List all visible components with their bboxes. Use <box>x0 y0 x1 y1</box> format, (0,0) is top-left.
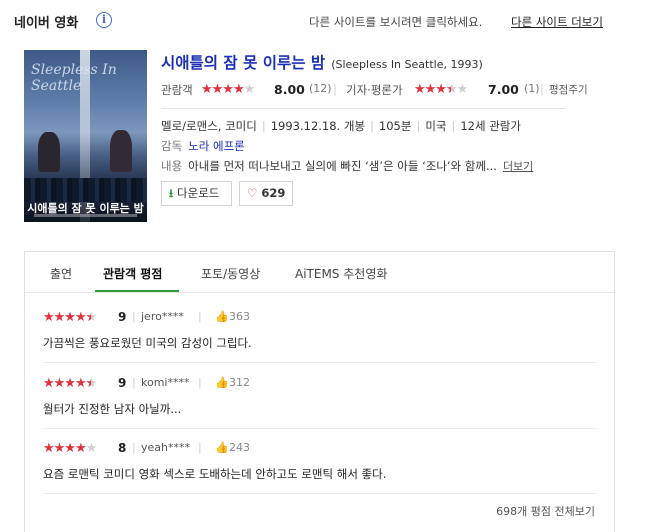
meta-genre: 멜로/로맨스, 코미디 <box>161 119 257 133</box>
audience-count: (12) <box>309 82 332 95</box>
review-score: 9 <box>118 376 127 390</box>
meta-runtime: 105분 <box>378 119 412 133</box>
all-reviews-link[interactable]: 698개 평점 전체보기 <box>496 503 595 519</box>
plot-text: 아내를 먼저 떠나보내고 실의에 빠진 ‘샘’은 아들 ‘조나’와 함께... <box>188 159 497 173</box>
review-text: 월터가 진정한 남자 아닐까... <box>43 402 182 416</box>
info-icon[interactable]: i <box>96 12 112 28</box>
audience-stars: ★★★★★★★★★★ <box>201 82 255 97</box>
poster-credits <box>34 214 137 217</box>
poster-skyline <box>24 178 147 202</box>
audience-score: 8.00 <box>274 82 305 97</box>
poster-figure-woman <box>110 130 132 172</box>
thumbs-up-icon[interactable]: 👍 <box>215 310 229 323</box>
meta-release: 1993.12.18. 개봉 <box>270 119 366 133</box>
movie-meta: 멜로/로맨스, 코미디 | 1993.12.18. 개봉 | 105분 | 미국 | 12세 관… <box>161 119 521 133</box>
notice-text: 다른 사이트를 보시려면 클릭하세요. <box>309 15 483 29</box>
review-stars: ★★★★★★★★★★ <box>43 441 97 456</box>
like-count: 629 <box>261 186 286 200</box>
audience-rating-label: 관람객 <box>161 83 193 97</box>
movie-poster[interactable]: Sleepless In Seattle 시애틀의 잠 못 이루는 밤 <box>24 50 147 222</box>
download-icon: ⭳ <box>169 186 174 200</box>
heart-icon: ♡ <box>247 186 258 200</box>
tab-recommendations[interactable]: AiTEMS 추천영화 <box>295 265 387 282</box>
director-row: 감독 노라 에프론 <box>161 138 245 154</box>
review-text: 요즘 로맨틱 코미디 영화 섹스로 도배하는데 안하고도 로맨틱 해서 좋다. <box>43 467 387 481</box>
review-divider <box>43 428 597 429</box>
info-divider <box>161 108 566 109</box>
movie-title-text[interactable]: 시애틀의 잠 못 이루는 밤 <box>161 54 325 72</box>
top-bar: 네이버 영화 i 다른 사이트를 보시려면 클릭하세요. 다른 사이트 더보기 <box>0 0 648 44</box>
critic-rating-label: 기자·평론가 <box>346 83 403 97</box>
review-text: 가끔씩은 풍요로웠던 미국의 감성이 그립다. <box>43 336 252 350</box>
tab-bar-border <box>25 292 614 293</box>
review-stars: ★★★★★★★★★★ <box>43 376 97 391</box>
review-user[interactable]: komi**** <box>141 376 189 389</box>
review-divider <box>43 362 597 363</box>
critic-stars: ★★★★★★★★★★ <box>414 82 468 97</box>
review-user[interactable]: yeah**** <box>141 441 190 454</box>
tab-photo-video[interactable]: 포토/동영상 <box>201 265 260 282</box>
plot-row: 내용 아내를 먼저 떠나보내고 실의에 빠진 ‘샘’은 아들 ‘조나’와 함께..… <box>161 158 533 174</box>
rating-separator-2: | <box>540 82 544 96</box>
review-user[interactable]: jero**** <box>141 310 184 323</box>
tab-bar: 출연 관람객 평점 포토/동영상 AiTEMS 추천영화 <box>25 252 614 293</box>
meta-age-rating: 12세 관람가 <box>460 119 521 133</box>
poster-figure-man <box>38 132 60 172</box>
review-likes: 312 <box>229 376 250 389</box>
more-sites-link[interactable]: 다른 사이트 더보기 <box>511 14 603 30</box>
rate-link[interactable]: 평점주기 <box>549 82 588 97</box>
original-title: (Sleepless In Seattle, 1993) <box>331 58 483 71</box>
rating-separator: | <box>333 82 337 96</box>
review-score: 9 <box>118 310 127 324</box>
brand-title[interactable]: 네이버 영화 <box>14 12 78 31</box>
poster-title-en: Sleepless In Seattle <box>31 62 117 94</box>
review-stars: ★★★★★★★★★★ <box>43 310 97 325</box>
review-likes: 363 <box>229 310 250 323</box>
review-divider <box>43 493 597 494</box>
tab-cast[interactable]: 출연 <box>50 265 72 282</box>
review-score: 8 <box>118 441 127 455</box>
director-label: 감독 <box>161 139 183 153</box>
plot-more-link[interactable]: 더보기 <box>503 160 533 173</box>
review-likes: 243 <box>229 441 250 454</box>
review-panel: 출연 관람객 평점 포토/동영상 AiTEMS 추천영화 ★★★★★ ★★★★★ … <box>24 251 615 532</box>
plot-label: 내용 <box>161 159 183 173</box>
director-name[interactable]: 노라 에프론 <box>188 139 245 153</box>
like-button[interactable]: ♡ 629 <box>239 181 293 206</box>
thumbs-up-icon[interactable]: 👍 <box>215 441 229 454</box>
tab-audience-reviews[interactable]: 관람객 평점 <box>103 265 162 282</box>
critic-count: (1) <box>524 82 540 95</box>
critic-score: 7.00 <box>488 82 519 97</box>
movie-title[interactable]: 시애틀의 잠 못 이루는 밤 (Sleepless In Seattle, 199… <box>161 51 483 73</box>
meta-country: 미국 <box>425 119 447 133</box>
download-button[interactable]: ⭳ 다운로드 <box>161 181 232 206</box>
thumbs-up-icon[interactable]: 👍 <box>215 376 229 389</box>
download-label: 다운로드 <box>177 186 220 200</box>
